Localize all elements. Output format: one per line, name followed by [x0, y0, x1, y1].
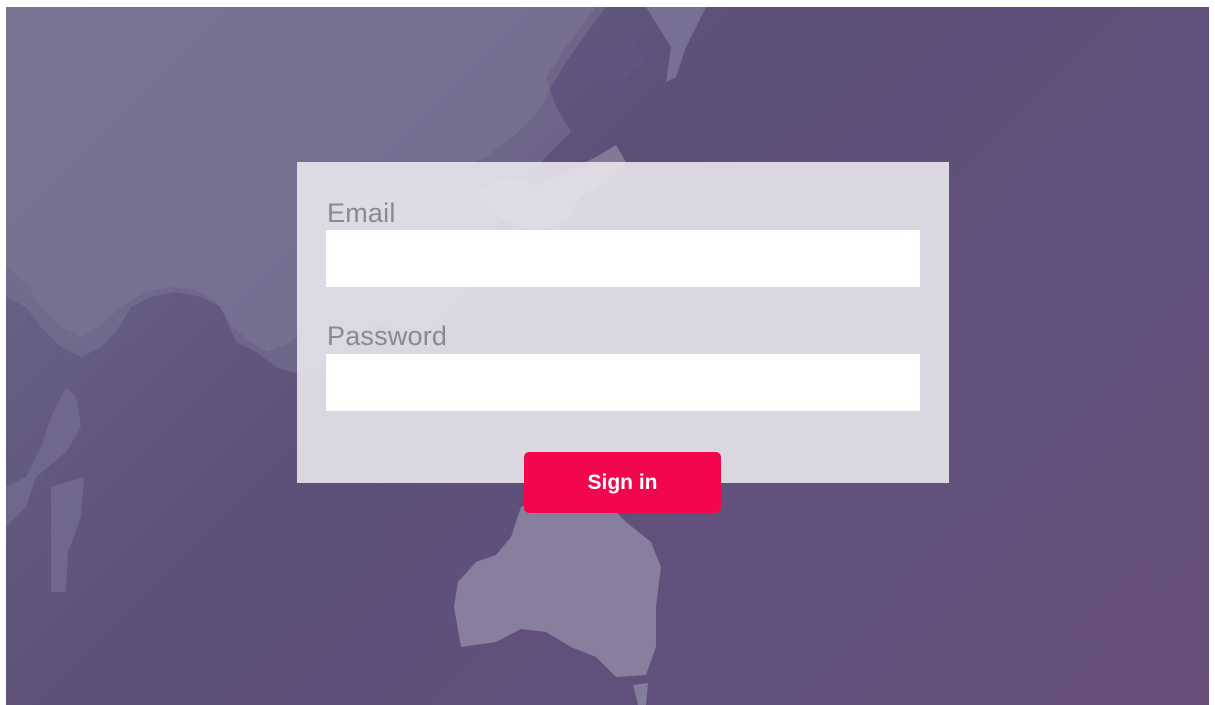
map-tasmania-shape	[633, 683, 648, 705]
sign-in-button[interactable]: Sign in	[524, 452, 721, 513]
map-australia-shape	[454, 492, 661, 677]
login-form: Email Password	[297, 162, 949, 483]
map-japan-shape	[646, 7, 706, 82]
password-input[interactable]	[326, 354, 920, 411]
email-input[interactable]	[326, 230, 920, 287]
login-page: Email Password Sign in	[6, 7, 1209, 705]
email-label: Email	[327, 198, 396, 228]
map-sri-lanka-shape	[51, 477, 84, 592]
password-label: Password	[327, 321, 448, 351]
map-north-island	[576, 37, 646, 82]
